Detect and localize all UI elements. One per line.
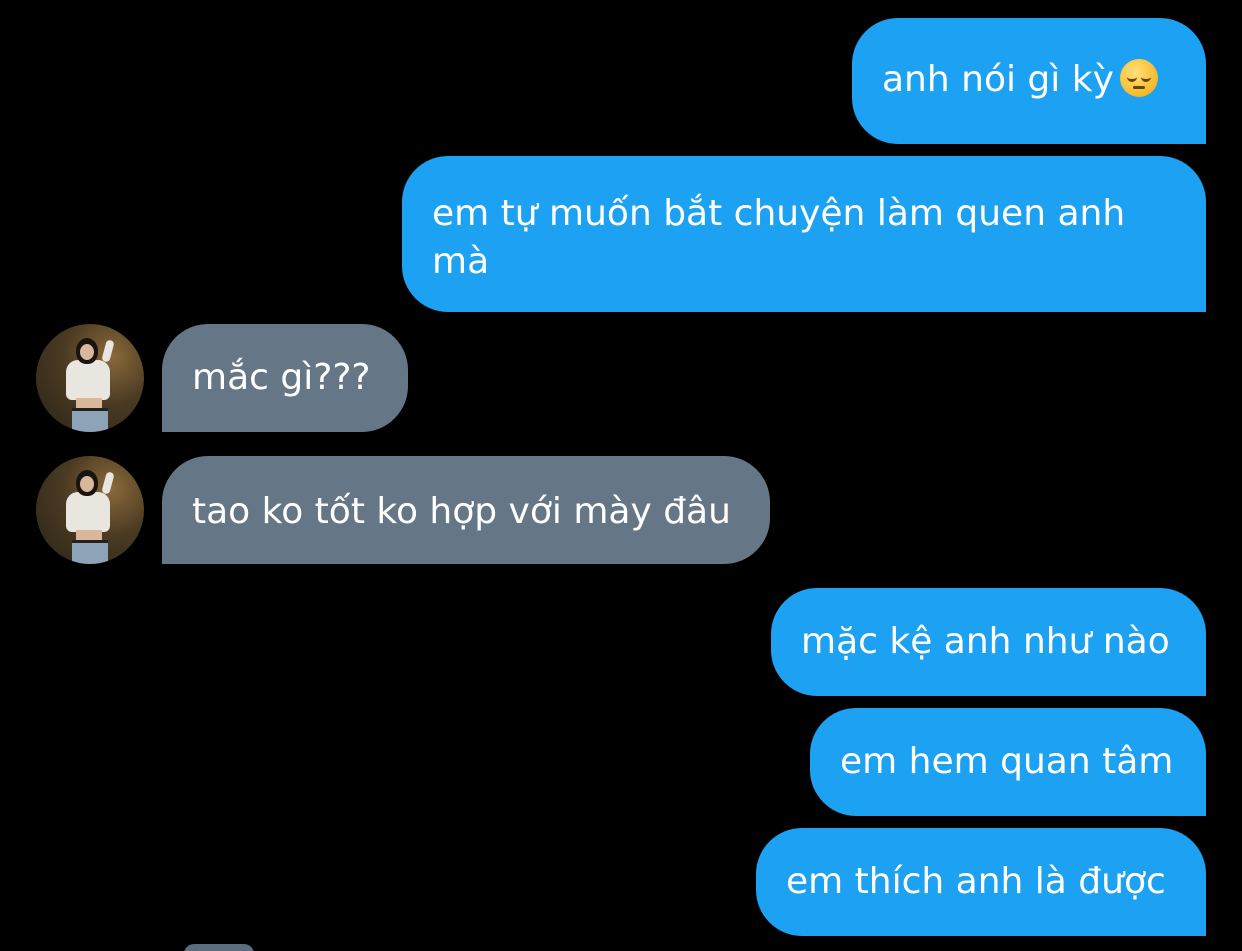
message-thread: anh nói gì kỳ em tự muốn bắt chuyện làm … bbox=[0, 0, 1242, 951]
message-text: em tự muốn bắt chuyện làm quen anh mà bbox=[432, 193, 1126, 282]
received-message-bubble[interactable]: mắc gì??? bbox=[162, 324, 408, 432]
message-text: anh nói gì kỳ bbox=[882, 59, 1114, 100]
message-text: em hem quan tâm bbox=[840, 741, 1174, 782]
contact-avatar[interactable] bbox=[36, 324, 144, 432]
sent-message-bubble[interactable]: em tự muốn bắt chuyện làm quen anh mà bbox=[402, 156, 1206, 312]
message-text: mặc kệ anh như nào bbox=[801, 621, 1170, 662]
sent-message-bubble[interactable]: em hem quan tâm bbox=[810, 708, 1206, 816]
contact-avatar[interactable] bbox=[36, 456, 144, 564]
received-message-bubble[interactable]: tao ko tốt ko hợp với mày đâu bbox=[162, 456, 770, 564]
sent-message-bubble[interactable]: anh nói gì kỳ bbox=[852, 18, 1206, 144]
pensive-face-icon bbox=[1119, 59, 1158, 97]
message-text: em thích anh là được bbox=[786, 861, 1166, 902]
message-text: tao ko tốt ko hợp với mày đâu bbox=[192, 491, 731, 532]
message-text: mắc gì??? bbox=[192, 357, 371, 398]
sent-message-bubble[interactable]: em thích anh là được bbox=[756, 828, 1206, 936]
partial-next-bubble bbox=[184, 944, 254, 951]
sent-message-bubble[interactable]: mặc kệ anh như nào bbox=[771, 588, 1206, 696]
